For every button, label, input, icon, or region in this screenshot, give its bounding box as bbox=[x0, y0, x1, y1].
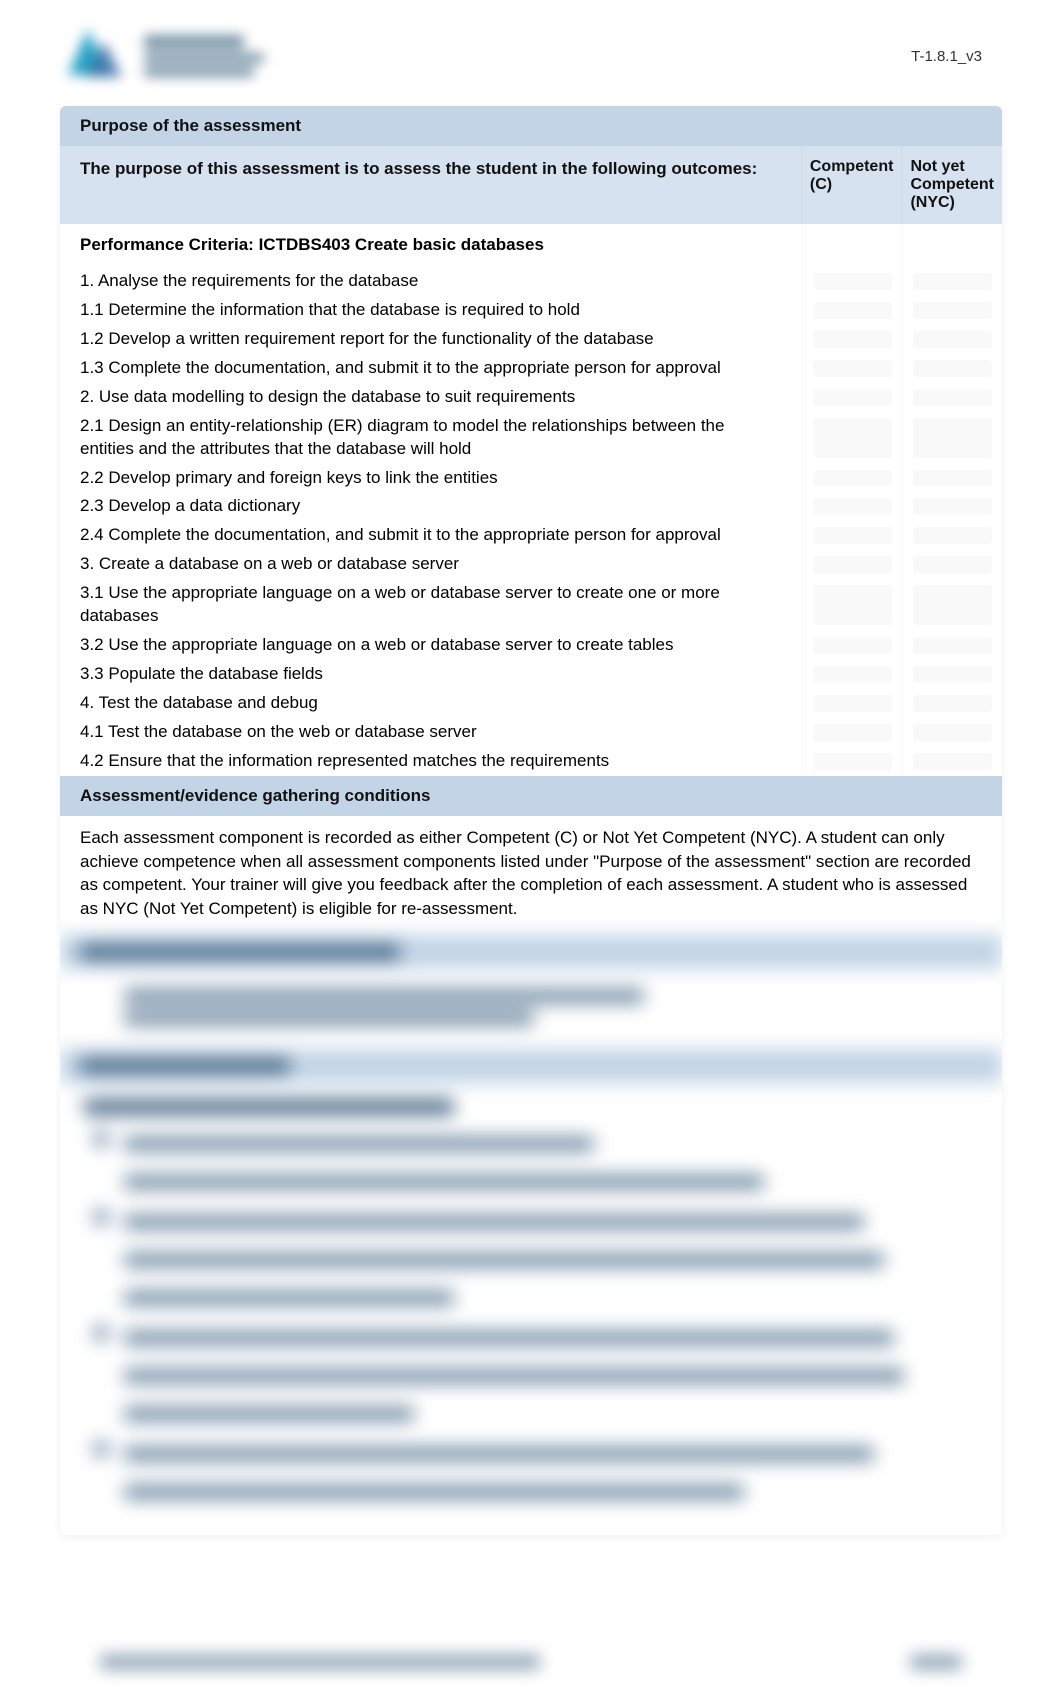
criteria-text: 3.3 Populate the database fields bbox=[60, 660, 802, 689]
criteria-text: 1. Analyse the requirements for the data… bbox=[60, 267, 802, 296]
page-header: T-1.8.1_v3 bbox=[0, 0, 1062, 106]
competent-cell bbox=[802, 689, 902, 718]
criteria-title-row: Performance Criteria: ICTDBS403 Create b… bbox=[60, 224, 1002, 267]
criteria-text: 2.1 Design an entity-relationship (ER) d… bbox=[60, 412, 802, 464]
nyc-cell bbox=[902, 718, 1002, 747]
nyc-cell bbox=[902, 550, 1002, 579]
nyc-cell bbox=[902, 383, 1002, 412]
nyc-cell bbox=[902, 747, 1002, 776]
purpose-title-row: Purpose of the assessment bbox=[60, 106, 1002, 146]
criteria-row: 3.1 Use the appropriate language on a we… bbox=[60, 579, 1002, 631]
conditions-title: Assessment/evidence gathering conditions bbox=[80, 786, 430, 806]
competent-cell bbox=[802, 354, 902, 383]
nyc-cell bbox=[902, 579, 1002, 631]
criteria-text: 1.2 Develop a written requirement report… bbox=[60, 325, 802, 354]
nyc-cell bbox=[902, 412, 1002, 464]
criteria-row: 1.2 Develop a written requirement report… bbox=[60, 325, 1002, 354]
purpose-title: Purpose of the assessment bbox=[80, 116, 301, 136]
criteria-row: 3.3 Populate the database fields bbox=[60, 660, 1002, 689]
competent-cell bbox=[802, 412, 902, 464]
criteria-row: 1.3 Complete the documentation, and subm… bbox=[60, 354, 1002, 383]
nyc-cell bbox=[902, 354, 1002, 383]
criteria-row: 2. Use data modelling to design the data… bbox=[60, 383, 1002, 412]
criteria-text: 4.2 Ensure that the information represen… bbox=[60, 747, 802, 776]
nyc-cell bbox=[902, 660, 1002, 689]
nyc-cell bbox=[902, 464, 1002, 493]
competent-cell bbox=[802, 296, 902, 325]
criteria-row: 1.1 Determine the information that the d… bbox=[60, 296, 1002, 325]
criteria-row: 3. Create a database on a web or databas… bbox=[60, 550, 1002, 579]
competent-cell bbox=[802, 579, 902, 631]
competent-cell bbox=[802, 550, 902, 579]
criteria-row: 4.1 Test the database on the web or data… bbox=[60, 718, 1002, 747]
nyc-cell bbox=[902, 325, 1002, 354]
logo bbox=[68, 24, 268, 88]
competent-cell bbox=[802, 464, 902, 493]
competent-cell bbox=[802, 492, 902, 521]
criteria-text: 4.1 Test the database on the web or data… bbox=[60, 718, 802, 747]
criteria-text: 1.1 Determine the information that the d… bbox=[60, 296, 802, 325]
criteria-text: 3.2 Use the appropriate language on a we… bbox=[60, 631, 802, 660]
column-header-nyc: Not yet Competent (NYC) bbox=[901, 146, 1002, 224]
criteria-row: 2.4 Complete the documentation, and subm… bbox=[60, 521, 1002, 550]
criteria-text: 2.2 Develop primary and foreign keys to … bbox=[60, 464, 802, 493]
criteria-row: 4. Test the database and debug bbox=[60, 689, 1002, 718]
nyc-cell bbox=[902, 521, 1002, 550]
column-header-competent: Competent (C) bbox=[801, 146, 902, 224]
blurred-content bbox=[60, 935, 1002, 1535]
conditions-text: Each assessment component is recorded as… bbox=[60, 816, 1002, 931]
nyc-cell bbox=[902, 492, 1002, 521]
page-footer bbox=[100, 1655, 962, 1669]
criteria-row: 3.2 Use the appropriate language on a we… bbox=[60, 631, 1002, 660]
document-id: T-1.8.1_v3 bbox=[911, 48, 982, 65]
conditions-title-row: Assessment/evidence gathering conditions bbox=[60, 776, 1002, 816]
nyc-cell bbox=[902, 689, 1002, 718]
criteria-row: 2.3 Develop a data dictionary bbox=[60, 492, 1002, 521]
outcomes-header-row: The purpose of this assessment is to ass… bbox=[60, 146, 1002, 224]
nyc-cell bbox=[902, 631, 1002, 660]
competent-cell bbox=[802, 383, 902, 412]
purpose-intro: The purpose of this assessment is to ass… bbox=[60, 146, 801, 224]
nyc-cell bbox=[902, 267, 1002, 296]
criteria-text: 3. Create a database on a web or databas… bbox=[60, 550, 802, 579]
criteria-title: Performance Criteria: ICTDBS403 Create b… bbox=[60, 224, 802, 267]
competent-cell bbox=[802, 660, 902, 689]
competent-cell bbox=[802, 521, 902, 550]
competent-cell bbox=[802, 325, 902, 354]
criteria-row: 2.2 Develop primary and foreign keys to … bbox=[60, 464, 1002, 493]
criteria-row: 1. Analyse the requirements for the data… bbox=[60, 267, 1002, 296]
competent-cell bbox=[802, 747, 902, 776]
nyc-cell bbox=[902, 296, 1002, 325]
criteria-text: 2.4 Complete the documentation, and subm… bbox=[60, 521, 802, 550]
criteria-row: 4.2 Ensure that the information represen… bbox=[60, 747, 1002, 776]
competent-cell bbox=[802, 267, 902, 296]
criteria-text: 3.1 Use the appropriate language on a we… bbox=[60, 579, 802, 631]
criteria-text: 2. Use data modelling to design the data… bbox=[60, 383, 802, 412]
competent-cell bbox=[802, 718, 902, 747]
criteria-text: 4. Test the database and debug bbox=[60, 689, 802, 718]
criteria-row: 2.1 Design an entity-relationship (ER) d… bbox=[60, 412, 1002, 464]
assessment-table: Purpose of the assessment The purpose of… bbox=[60, 106, 1002, 1535]
criteria-text: 2.3 Develop a data dictionary bbox=[60, 492, 802, 521]
competent-cell bbox=[802, 631, 902, 660]
criteria-text: 1.3 Complete the documentation, and subm… bbox=[60, 354, 802, 383]
